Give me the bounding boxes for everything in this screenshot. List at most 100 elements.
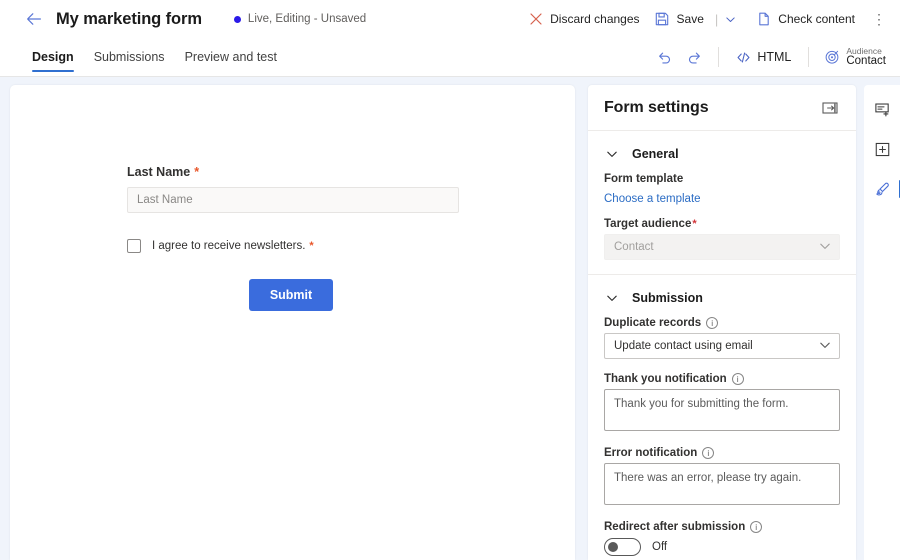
newsletter-checkbox[interactable] xyxy=(127,239,141,253)
duplicate-records-value: Update contact using email xyxy=(614,340,753,352)
add-field-button[interactable] xyxy=(866,93,898,125)
tab-bar: Design Submissions Preview and test HTML… xyxy=(0,38,900,77)
general-section-title: General xyxy=(632,147,679,161)
error-notification-label-text: Error notification xyxy=(604,447,698,459)
consent-required-asterisk: * xyxy=(309,240,314,252)
panel-collapse-icon xyxy=(822,101,838,114)
submit-button[interactable]: Submit xyxy=(248,279,334,311)
status-indicator: Live, Editing - Unsaved xyxy=(233,13,367,25)
target-audience-label: Target audience * xyxy=(604,218,840,230)
info-icon[interactable]: i xyxy=(731,373,744,385)
duplicate-records-label-text: Duplicate records xyxy=(604,317,702,329)
submission-section: Submission Duplicate records i Update co… xyxy=(588,279,856,556)
brush-style-icon xyxy=(875,182,889,195)
last-name-label: Last Name * xyxy=(127,165,477,179)
add-field-icon xyxy=(874,102,889,116)
code-icon xyxy=(736,50,751,65)
section-divider xyxy=(588,274,856,275)
arrow-left-icon xyxy=(27,13,41,25)
save-button[interactable]: Save xyxy=(647,4,711,34)
discard-changes-label: Discard changes xyxy=(550,12,640,26)
more-options-button[interactable]: ⋮ xyxy=(868,4,890,34)
thank-you-notification-label-text: Thank you notification xyxy=(604,373,727,385)
toolbar-divider-2 xyxy=(808,47,810,67)
close-x-icon xyxy=(527,11,544,28)
add-section-icon xyxy=(875,142,889,156)
duplicate-records-select[interactable]: Update contact using email xyxy=(604,333,840,359)
audience-button[interactable]: Audience Contact xyxy=(818,41,892,73)
target-audience-required-asterisk: * xyxy=(692,218,697,230)
submit-row: Submit xyxy=(127,279,477,311)
tab-list: Design Submissions Preview and test xyxy=(22,38,287,76)
last-name-label-text: Last Name xyxy=(127,165,191,179)
submission-section-header[interactable]: Submission xyxy=(604,279,840,317)
back-button[interactable] xyxy=(18,3,50,35)
audience-value: Contact xyxy=(846,55,886,68)
settings-panel-title: Form settings xyxy=(604,98,709,116)
settings-panel-body[interactable]: General Form template Choose a template … xyxy=(588,131,856,560)
tab-preview-and-test[interactable]: Preview and test xyxy=(175,38,287,76)
toolbar-divider-1 xyxy=(718,47,720,67)
undo-icon xyxy=(658,52,670,64)
tab-design-label: Design xyxy=(32,50,74,64)
redirect-after-submission-label-text: Redirect after submission xyxy=(604,521,746,533)
tab-submissions-label: Submissions xyxy=(93,50,165,64)
info-icon[interactable]: i xyxy=(706,317,719,329)
consent-row: I agree to receive newsletters. * xyxy=(127,239,477,253)
tab-design[interactable]: Design xyxy=(22,38,84,76)
style-button[interactable] xyxy=(866,173,900,205)
chevron-down-icon xyxy=(604,292,620,304)
form-body: Last Name * Last Name I agree to receive … xyxy=(127,165,477,311)
form-canvas[interactable]: Last Name * Last Name I agree to receive … xyxy=(10,85,575,560)
html-button[interactable]: HTML xyxy=(728,42,799,72)
consent-label: I agree to receive newsletters. * xyxy=(152,240,314,252)
info-icon[interactable]: i xyxy=(750,521,763,533)
form-settings-panel: Form settings General Form template Choo… xyxy=(588,85,856,560)
target-icon xyxy=(824,49,840,65)
redo-button[interactable] xyxy=(679,42,709,72)
tab-submissions[interactable]: Submissions xyxy=(84,38,175,76)
redirect-toggle[interactable] xyxy=(604,538,641,556)
audience-caption: Audience xyxy=(846,45,882,56)
save-disk-icon xyxy=(654,11,671,28)
page-title: My marketing form xyxy=(56,9,202,28)
audience-text: Audience Contact xyxy=(846,45,886,68)
status-dot xyxy=(233,15,241,23)
info-icon[interactable]: i xyxy=(702,447,715,459)
error-notification-textarea[interactable]: There was an error, please try again. xyxy=(604,463,840,505)
duplicate-records-label: Duplicate records i xyxy=(604,317,840,329)
thank-you-notification-textarea[interactable]: Thank you for submitting the form. xyxy=(604,389,840,431)
required-asterisk: * xyxy=(194,165,200,179)
command-bar-actions: Discard changes Save | Check content ⋮ xyxy=(520,0,900,38)
choose-template-link[interactable]: Choose a template xyxy=(604,193,701,205)
target-audience-label-text: Target audience xyxy=(604,218,692,230)
check-content-button[interactable]: Check content xyxy=(748,4,862,34)
toggle-knob xyxy=(608,542,618,552)
save-split-button: Save | xyxy=(647,4,741,34)
panel-collapse-button[interactable] xyxy=(818,96,842,120)
tab-preview-and-test-label: Preview and test xyxy=(184,50,277,64)
form-editor-app: My marketing form Live, Editing - Unsave… xyxy=(0,0,900,560)
chevron-down-icon xyxy=(604,148,620,160)
add-section-button[interactable] xyxy=(866,133,898,165)
undo-button[interactable] xyxy=(649,42,679,72)
redirect-toggle-row: Off xyxy=(604,538,840,556)
redirect-after-submission-label: Redirect after submission i xyxy=(604,521,840,533)
form-template-label: Form template xyxy=(604,173,840,185)
error-notification-label: Error notification i xyxy=(604,447,840,459)
redirect-toggle-state: Off xyxy=(652,541,668,553)
settings-panel-header: Form settings xyxy=(588,85,856,131)
status-text: Live, Editing - Unsaved xyxy=(247,13,367,25)
editor-tool-rail xyxy=(864,85,900,560)
last-name-input[interactable]: Last Name xyxy=(127,187,459,213)
tab-bar-actions: HTML Audience Contact xyxy=(649,38,900,76)
command-bar: My marketing form Live, Editing - Unsave… xyxy=(0,0,900,38)
last-name-placeholder: Last Name xyxy=(137,194,193,206)
check-content-label: Check content xyxy=(778,12,855,26)
save-dropdown-button[interactable] xyxy=(720,4,740,34)
target-audience-select[interactable]: Contact xyxy=(604,234,840,260)
discard-changes-button[interactable]: Discard changes xyxy=(520,4,646,34)
thank-you-notification-label: Thank you notification i xyxy=(604,373,840,385)
general-section-header[interactable]: General xyxy=(604,135,840,173)
chevron-down-icon xyxy=(726,16,735,22)
